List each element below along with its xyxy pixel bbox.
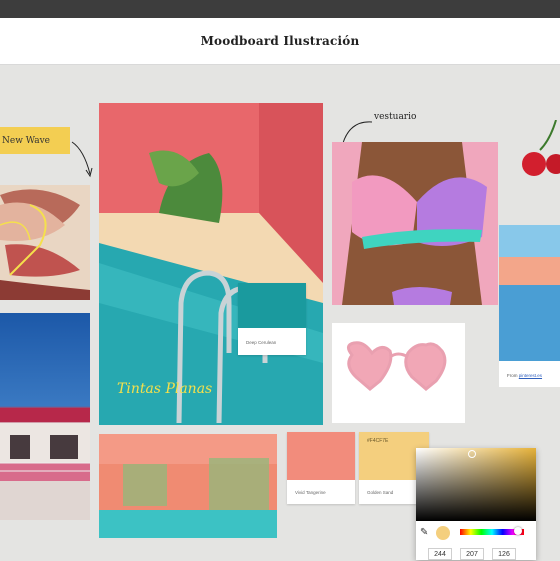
browser-top-bar <box>0 0 560 18</box>
rgb-b-input[interactable]: 126 <box>492 548 516 560</box>
building-photo[interactable] <box>0 313 90 520</box>
swatch-chip <box>238 283 306 328</box>
rgb-g-input[interactable]: 207 <box>460 548 484 560</box>
sunglasses-photo[interactable] <box>332 323 465 423</box>
swatch-vivid-tangerine[interactable]: Vivid Tangerine <box>287 432 355 504</box>
swatch-label: Vivid Tangerine <box>295 490 326 495</box>
swatch-label: Golden Sand <box>367 490 394 495</box>
note-text: New Wave <box>2 135 51 146</box>
pool-illustration[interactable]: Tintas Planas <box>99 103 323 425</box>
arrow-annotation <box>71 141 93 178</box>
swatch-chip <box>287 432 355 480</box>
swatch-deep-cerulean[interactable]: Deep Cerulean <box>238 283 306 355</box>
swatch-hex: #F4CF7E <box>367 438 389 444</box>
photo-credit: From pinterest.es <box>507 373 543 378</box>
sticky-note-new-wave[interactable]: New Wave <box>0 127 70 154</box>
motel-photo[interactable]: From pinterest.es <box>499 225 560 387</box>
credit-link[interactable]: pinterest.es <box>519 373 542 378</box>
hue-slider-handle[interactable] <box>514 527 522 535</box>
swimsuit-photo[interactable] <box>332 142 498 305</box>
current-color-chip <box>436 526 450 540</box>
board-title: Moodboard Ilustración <box>200 34 360 48</box>
swatch-label: Deep Cerulean <box>246 340 277 345</box>
tintas-planas-text: Tintas Planas <box>117 381 212 397</box>
header-bar: Moodboard Ilustración <box>0 18 560 65</box>
rgb-r-input[interactable]: 244 <box>428 548 452 560</box>
saturation-area[interactable] <box>416 448 536 521</box>
cherries-image <box>522 120 560 176</box>
pink-wall-photo[interactable] <box>99 434 277 538</box>
lips-illustration[interactable] <box>0 185 90 300</box>
picker-handle[interactable] <box>468 450 476 458</box>
color-picker[interactable]: ✎ <box>416 448 536 560</box>
label-vestuario: vestuario <box>374 112 417 122</box>
eyedropper-icon[interactable]: ✎ <box>420 527 428 538</box>
